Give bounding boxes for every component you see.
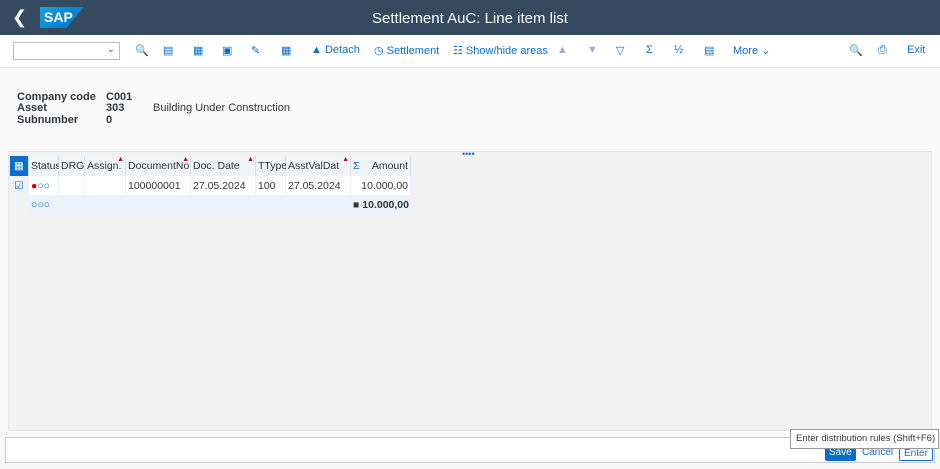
asset-description: Building Under Construction [153, 102, 290, 114]
triangle-icon: ▲ [342, 156, 349, 163]
subnumber-label: Subnumber [17, 114, 79, 126]
column-header-ttype[interactable]: TType [256, 156, 287, 176]
column-header-amount[interactable]: Σ Amount [351, 156, 411, 176]
asstvaldat-cell: 27.05.2024 [286, 176, 351, 196]
search-icon[interactable]: 🔍 [849, 44, 863, 57]
alv-grid: •••• ▦ Status DRG Assign. ▲ DocumentNo ▲ D… [8, 149, 932, 431]
sort-descending-icon[interactable]: ▼ [587, 44, 598, 56]
column-header-drg[interactable]: DRG [59, 156, 85, 176]
asset-label: Asset [17, 102, 47, 114]
total-amount: ■ 10.000,00 [351, 195, 411, 215]
zoom-details-icon[interactable]: 🔍 [135, 44, 149, 57]
variant-select[interactable]: ⌄ [13, 42, 120, 60]
print-preview-icon[interactable]: ▤ [704, 44, 714, 57]
subtotal-icon[interactable]: ½ [674, 44, 683, 56]
display-document-icon[interactable]: ▤ [163, 44, 173, 57]
exit-button[interactable]: Exit [907, 44, 925, 56]
splitter-handle[interactable]: •••• [462, 149, 475, 159]
ttype-cell: 100 [256, 176, 286, 196]
subnumber-value: 0 [106, 114, 113, 126]
drg-cell [59, 176, 85, 196]
sort-ascending-icon[interactable]: ▲ [557, 44, 568, 56]
more-button[interactable]: More ⌄ [733, 44, 770, 57]
content-area: Company code C001 Asset 303 Building Und… [0, 69, 940, 432]
print-icon[interactable]: ⎙ [878, 44, 887, 57]
sum-icon[interactable]: Σ [646, 44, 653, 56]
docno-cell: 100000001 [126, 176, 191, 196]
tooltip: Enter distribution rules (Shift+F6) [790, 429, 939, 449]
triangle-icon: ▲ [247, 156, 254, 163]
assign-cell [85, 176, 126, 196]
chevron-down-icon: ⌄ [106, 44, 115, 55]
chevron-down-icon: ⌄ [761, 45, 771, 57]
layout-icon[interactable]: ▦ [193, 44, 203, 57]
column-header-status[interactable]: Status [29, 156, 61, 176]
total-status: ○○○ [29, 195, 351, 215]
sum-icon: Σ [353, 160, 360, 172]
page-title: Settlement AuC: Line item list [372, 10, 568, 27]
clock-icon: ◷ [374, 45, 387, 57]
settings-icon[interactable]: ▦ [281, 44, 291, 57]
filter-icon[interactable]: ▽ [616, 44, 624, 57]
edit-icon[interactable]: ✎ [251, 44, 260, 57]
column-header-assign[interactable]: Assign. ▲ [85, 156, 126, 176]
shell-header: ❮ SAP Settlement AuC: Line item list [0, 0, 940, 35]
areas-icon: ☷ [453, 45, 466, 57]
doc-date-cell: 27.05.2024 [191, 176, 256, 196]
triangle-icon: ▲ [117, 156, 124, 163]
detach-icon: ▲ [311, 44, 325, 56]
toolbar: ⌄ 🔍 ▤ ▦ ▣ ✎ ▦ ▲ Detach ◷ Settlement ☷ Sh… [0, 35, 940, 68]
status-cell: ●○○ [29, 176, 59, 196]
column-header-documentno[interactable]: DocumentNo ▲ [126, 156, 191, 176]
show-hide-areas-button[interactable]: ☷ Show/hide areas [453, 44, 548, 57]
layout-menu-icon[interactable]: ▦ [10, 156, 29, 176]
triangle-icon: ▲ [182, 156, 189, 163]
settlement-button[interactable]: ◷ Settlement [374, 44, 439, 57]
detach-button[interactable]: ▲ Detach [311, 44, 360, 56]
column-header-doc-date[interactable]: Doc. Date ▲ [191, 156, 256, 176]
column-header-asstvaldat[interactable]: AsstValDat ▲ [286, 156, 351, 176]
change-layout-icon[interactable]: ▣ [222, 44, 232, 57]
amount-cell: 10.000,00 [351, 176, 411, 196]
row-checkbox[interactable]: ☑ [10, 176, 29, 196]
asset-value: 303 [106, 102, 125, 114]
